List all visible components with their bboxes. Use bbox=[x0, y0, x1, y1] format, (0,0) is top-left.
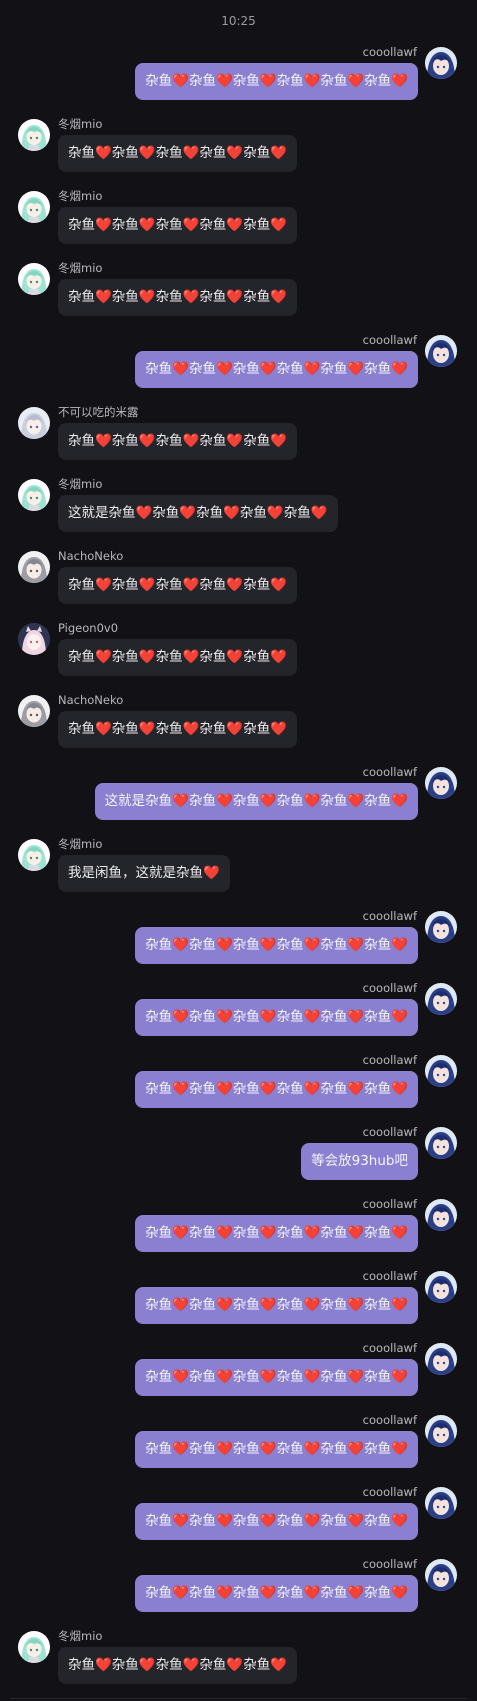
sender-name: cooollawf bbox=[362, 765, 417, 779]
message-bubble[interactable]: 杂鱼❤️杂鱼❤️杂鱼❤️杂鱼❤️杂鱼❤️杂鱼❤️ bbox=[135, 1503, 418, 1540]
outgoing-message: cooollawf 杂鱼❤️杂鱼❤️杂鱼❤️杂鱼❤️杂鱼❤️杂鱼❤️ bbox=[0, 1197, 477, 1269]
message-bubble[interactable]: 杂鱼❤️杂鱼❤️杂鱼❤️杂鱼❤️杂鱼❤️ bbox=[58, 423, 298, 460]
outgoing-message: cooollawf 杂鱼❤️杂鱼❤️杂鱼❤️杂鱼❤️杂鱼❤️杂鱼❤️ bbox=[0, 981, 477, 1053]
sender-name: 冬烟mio bbox=[58, 189, 103, 203]
incoming-message: 冬烟mio 这就是杂鱼❤️杂鱼❤️杂鱼❤️杂鱼❤️杂鱼❤️ bbox=[0, 477, 477, 549]
blue-hair-avatar[interactable] bbox=[425, 1343, 457, 1375]
mint-hair-avatar[interactable] bbox=[18, 479, 50, 511]
grey-hair-avatar[interactable] bbox=[18, 551, 50, 583]
outgoing-message: cooollawf 杂鱼❤️杂鱼❤️杂鱼❤️杂鱼❤️杂鱼❤️杂鱼❤️ bbox=[0, 333, 477, 405]
mint-hair-avatar[interactable] bbox=[18, 839, 50, 871]
message-bubble[interactable]: 杂鱼❤️杂鱼❤️杂鱼❤️杂鱼❤️杂鱼❤️ bbox=[58, 1647, 298, 1684]
mint-hair-avatar[interactable] bbox=[18, 191, 50, 223]
blue-hair-avatar[interactable] bbox=[425, 1199, 457, 1231]
message-bubble[interactable]: 杂鱼❤️杂鱼❤️杂鱼❤️杂鱼❤️杂鱼❤️ bbox=[58, 711, 298, 748]
silver-hair-avatar[interactable] bbox=[18, 407, 50, 439]
sender-name: cooollawf bbox=[362, 1485, 417, 1499]
blue-hair-avatar[interactable] bbox=[425, 1271, 457, 1303]
message-bubble[interactable]: 杂鱼❤️杂鱼❤️杂鱼❤️杂鱼❤️杂鱼❤️杂鱼❤️ bbox=[135, 1575, 418, 1612]
outgoing-message: cooollawf 杂鱼❤️杂鱼❤️杂鱼❤️杂鱼❤️杂鱼❤️杂鱼❤️ bbox=[0, 45, 477, 117]
sender-name: cooollawf bbox=[362, 1197, 417, 1211]
message-bubble[interactable]: 等会放93hub吧 bbox=[301, 1143, 418, 1180]
blue-hair-avatar[interactable] bbox=[425, 335, 457, 367]
sender-name: cooollawf bbox=[362, 1413, 417, 1427]
sender-name: cooollawf bbox=[362, 1053, 417, 1067]
mint-hair-avatar[interactable] bbox=[18, 1631, 50, 1663]
blue-hair-avatar[interactable] bbox=[425, 767, 457, 799]
message-bubble[interactable]: 这就是杂鱼❤️杂鱼❤️杂鱼❤️杂鱼❤️杂鱼❤️ bbox=[58, 495, 338, 532]
blue-hair-avatar[interactable] bbox=[425, 1127, 457, 1159]
blue-hair-avatar[interactable] bbox=[425, 47, 457, 79]
blue-hair-avatar[interactable] bbox=[425, 1487, 457, 1519]
sender-name: 冬烟mio bbox=[58, 1629, 103, 1643]
sender-name: Pigeon0v0 bbox=[58, 621, 119, 635]
incoming-message: NachoNeko 杂鱼❤️杂鱼❤️杂鱼❤️杂鱼❤️杂鱼❤️ bbox=[0, 549, 477, 621]
message-bubble[interactable]: 杂鱼❤️杂鱼❤️杂鱼❤️杂鱼❤️杂鱼❤️ bbox=[58, 567, 298, 604]
sender-name: cooollawf bbox=[362, 333, 417, 347]
message-bubble[interactable]: 杂鱼❤️杂鱼❤️杂鱼❤️杂鱼❤️杂鱼❤️杂鱼❤️ bbox=[135, 999, 418, 1036]
sender-name: NachoNeko bbox=[58, 693, 124, 707]
incoming-message: 冬烟mio 我是闲鱼，这就是杂鱼❤️ bbox=[0, 837, 477, 909]
outgoing-message: cooollawf 杂鱼❤️杂鱼❤️杂鱼❤️杂鱼❤️杂鱼❤️杂鱼❤️ bbox=[0, 1053, 477, 1125]
sender-name: cooollawf bbox=[362, 909, 417, 923]
mint-hair-avatar[interactable] bbox=[18, 263, 50, 295]
message-bubble[interactable]: 杂鱼❤️杂鱼❤️杂鱼❤️杂鱼❤️杂鱼❤️杂鱼❤️ bbox=[135, 1359, 418, 1396]
incoming-message: 不可以吃的米露杂鱼❤️杂鱼❤️杂鱼❤️杂鱼❤️杂鱼❤️ bbox=[0, 405, 477, 477]
incoming-message: NachoNeko 杂鱼❤️杂鱼❤️杂鱼❤️杂鱼❤️杂鱼❤️ bbox=[0, 693, 477, 765]
message-bubble[interactable]: 杂鱼❤️杂鱼❤️杂鱼❤️杂鱼❤️杂鱼❤️ bbox=[58, 135, 298, 172]
blue-hair-avatar[interactable] bbox=[425, 911, 457, 943]
outgoing-message: cooollawf 等会放93hub吧 bbox=[0, 1125, 477, 1197]
pink-hair-avatar[interactable] bbox=[18, 623, 50, 655]
blue-hair-avatar[interactable] bbox=[425, 1055, 457, 1087]
sender-name: cooollawf bbox=[362, 1125, 417, 1139]
sender-name: cooollawf bbox=[362, 1557, 417, 1571]
message-bubble[interactable]: 杂鱼❤️杂鱼❤️杂鱼❤️杂鱼❤️杂鱼❤️杂鱼❤️ bbox=[135, 1215, 418, 1252]
message-bubble[interactable]: 杂鱼❤️杂鱼❤️杂鱼❤️杂鱼❤️杂鱼❤️杂鱼❤️ bbox=[135, 1071, 418, 1108]
outgoing-message: cooollawf 杂鱼❤️杂鱼❤️杂鱼❤️杂鱼❤️杂鱼❤️杂鱼❤️ bbox=[0, 1485, 477, 1557]
timestamp: 10:25 bbox=[221, 14, 256, 28]
message-bubble[interactable]: 杂鱼❤️杂鱼❤️杂鱼❤️杂鱼❤️杂鱼❤️杂鱼❤️ bbox=[135, 351, 418, 388]
blue-hair-avatar[interactable] bbox=[425, 1559, 457, 1591]
message-bubble[interactable]: 杂鱼❤️杂鱼❤️杂鱼❤️杂鱼❤️杂鱼❤️杂鱼❤️ bbox=[135, 63, 418, 100]
incoming-message: Pigeon0v0 杂鱼❤️杂鱼❤️杂鱼❤️杂鱼❤️杂鱼❤️ bbox=[0, 621, 477, 693]
incoming-message: 冬烟mio 杂鱼❤️杂鱼❤️杂鱼❤️杂鱼❤️杂鱼❤️ bbox=[0, 1629, 477, 1701]
incoming-message: 冬烟mio 杂鱼❤️杂鱼❤️杂鱼❤️杂鱼❤️杂鱼❤️ bbox=[0, 189, 477, 261]
grey-hair-avatar[interactable] bbox=[18, 695, 50, 727]
sender-name: 冬烟mio bbox=[58, 837, 103, 851]
sender-name: NachoNeko bbox=[58, 549, 124, 563]
blue-hair-avatar[interactable] bbox=[425, 983, 457, 1015]
sender-name: 冬烟mio bbox=[58, 261, 103, 275]
sender-name: cooollawf bbox=[362, 1269, 417, 1283]
message-bubble[interactable]: 杂鱼❤️杂鱼❤️杂鱼❤️杂鱼❤️杂鱼❤️ bbox=[58, 207, 298, 244]
outgoing-message: cooollawf 杂鱼❤️杂鱼❤️杂鱼❤️杂鱼❤️杂鱼❤️杂鱼❤️ bbox=[0, 1269, 477, 1341]
sender-name: cooollawf bbox=[362, 1341, 417, 1355]
blue-hair-avatar[interactable] bbox=[425, 1415, 457, 1447]
incoming-message: 冬烟mio 杂鱼❤️杂鱼❤️杂鱼❤️杂鱼❤️杂鱼❤️ bbox=[0, 261, 477, 333]
message-bubble[interactable]: 杂鱼❤️杂鱼❤️杂鱼❤️杂鱼❤️杂鱼❤️杂鱼❤️ bbox=[135, 1287, 418, 1324]
outgoing-message: cooollawf 杂鱼❤️杂鱼❤️杂鱼❤️杂鱼❤️杂鱼❤️杂鱼❤️ bbox=[0, 909, 477, 981]
message-bubble[interactable]: 杂鱼❤️杂鱼❤️杂鱼❤️杂鱼❤️杂鱼❤️杂鱼❤️ bbox=[135, 927, 418, 964]
chat-log: cooollawf 杂鱼❤️杂鱼❤️杂鱼❤️杂鱼❤️杂鱼❤️杂鱼❤️ 冬烟mio 杂鱼… bbox=[0, 45, 477, 1701]
message-bubble[interactable]: 杂鱼❤️杂鱼❤️杂鱼❤️杂鱼❤️杂鱼❤️ bbox=[58, 639, 298, 676]
outgoing-message: cooollawf 杂鱼❤️杂鱼❤️杂鱼❤️杂鱼❤️杂鱼❤️杂鱼❤️ bbox=[0, 1413, 477, 1485]
message-bubble[interactable]: 这就是杂鱼❤️杂鱼❤️杂鱼❤️杂鱼❤️杂鱼❤️杂鱼❤️ bbox=[94, 783, 418, 820]
message-bubble[interactable]: 我是闲鱼，这就是杂鱼❤️ bbox=[58, 855, 230, 892]
sender-name: cooollawf bbox=[362, 981, 417, 995]
outgoing-message: cooollawf 杂鱼❤️杂鱼❤️杂鱼❤️杂鱼❤️杂鱼❤️杂鱼❤️ bbox=[0, 1557, 477, 1629]
sender-name: 冬烟mio bbox=[58, 477, 103, 491]
message-bubble[interactable]: 杂鱼❤️杂鱼❤️杂鱼❤️杂鱼❤️杂鱼❤️杂鱼❤️ bbox=[135, 1431, 418, 1468]
mint-hair-avatar[interactable] bbox=[18, 119, 50, 151]
outgoing-message: cooollawf 杂鱼❤️杂鱼❤️杂鱼❤️杂鱼❤️杂鱼❤️杂鱼❤️ bbox=[0, 1341, 477, 1413]
incoming-message: 冬烟mio 杂鱼❤️杂鱼❤️杂鱼❤️杂鱼❤️杂鱼❤️ bbox=[0, 117, 477, 189]
sender-name: 不可以吃的米露 bbox=[58, 405, 139, 419]
sender-name: cooollawf bbox=[362, 45, 417, 59]
outgoing-message: cooollawf 这就是杂鱼❤️杂鱼❤️杂鱼❤️杂鱼❤️杂鱼❤️杂鱼❤️ bbox=[0, 765, 477, 837]
sender-name: 冬烟mio bbox=[58, 117, 103, 131]
message-bubble[interactable]: 杂鱼❤️杂鱼❤️杂鱼❤️杂鱼❤️杂鱼❤️ bbox=[58, 279, 298, 316]
